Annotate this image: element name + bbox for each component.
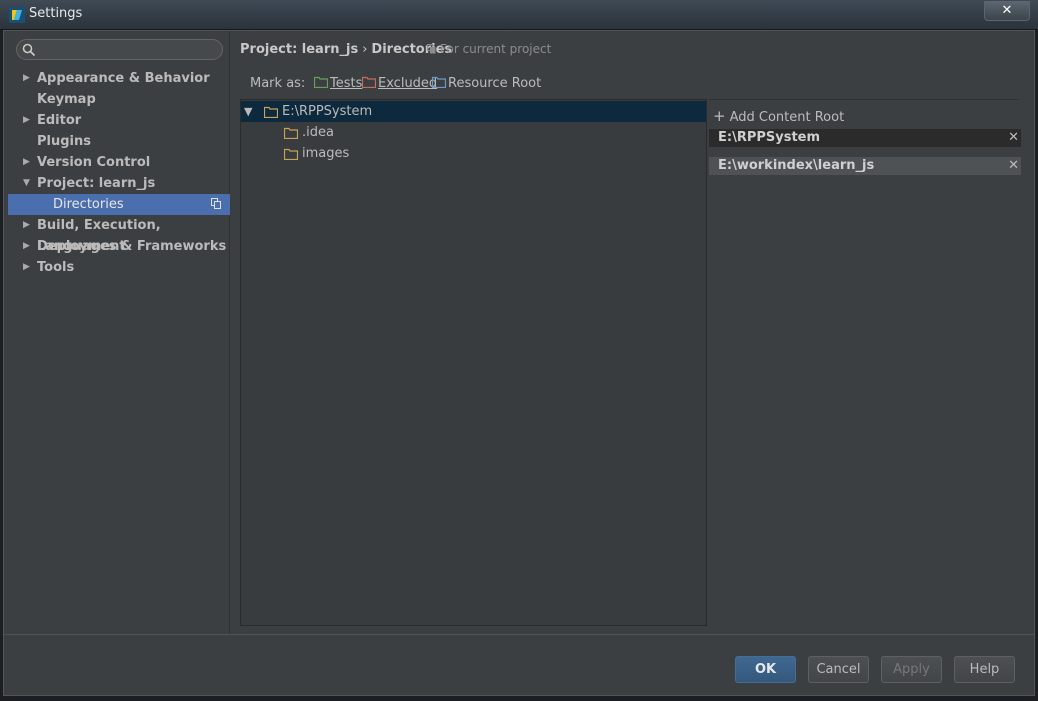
content-root-path: E:\RPPSystem bbox=[718, 130, 821, 145]
mark-as-label: Mark as: bbox=[250, 76, 306, 91]
title-bar: Settings ✕ bbox=[0, 0, 1038, 30]
dialog-footer: OK Cancel Apply Help bbox=[4, 634, 1034, 695]
mark-excluded-label: Excluded bbox=[378, 76, 438, 91]
folder-icon bbox=[264, 106, 278, 118]
tree-node-label: images bbox=[302, 146, 350, 161]
chevron-right-icon[interactable]: ▶ bbox=[23, 68, 30, 89]
chevron-right-icon[interactable]: ▶ bbox=[23, 152, 30, 173]
add-content-root-button[interactable]: + Add Content Root bbox=[713, 107, 844, 125]
sidebar-item-label: Keymap bbox=[37, 92, 96, 107]
chevron-down-icon[interactable]: ▼ bbox=[23, 173, 30, 194]
sidebar-item-label: Languages & Frameworks bbox=[37, 239, 227, 254]
sidebar-item-project[interactable]: ▼ Project: learn_js bbox=[4, 173, 230, 194]
folder-icon bbox=[284, 127, 298, 139]
excluded-folder-icon bbox=[361, 76, 377, 89]
window-close-button[interactable]: ✕ bbox=[984, 1, 1030, 21]
help-button[interactable]: Help bbox=[954, 656, 1015, 683]
chevron-right-icon[interactable]: ▶ bbox=[23, 110, 30, 131]
resource-folder-icon bbox=[431, 76, 447, 89]
mark-resource-root-label: Resource Root bbox=[448, 76, 542, 91]
add-content-root-label: Add Content Root bbox=[729, 110, 845, 125]
scope-text: For current project bbox=[440, 42, 552, 56]
directory-tree[interactable]: ▼ E:\RPPSystem .idea images bbox=[240, 99, 707, 626]
sidebar-item-keymap[interactable]: Keymap bbox=[4, 89, 230, 110]
sidebar-item-appearance-behavior[interactable]: ▶ Appearance & Behavior bbox=[4, 68, 230, 89]
sidebar-item-editor[interactable]: ▶ Editor bbox=[4, 110, 230, 131]
chevron-right-icon[interactable]: ▶ bbox=[23, 236, 30, 257]
window-title: Settings bbox=[29, 6, 83, 21]
sidebar-item-label: Appearance & Behavior bbox=[37, 71, 210, 86]
sidebar-item-label: Editor bbox=[37, 113, 82, 128]
tree-node-root[interactable]: ▼ E:\RPPSystem bbox=[241, 101, 706, 122]
settings-nav: ▶ Appearance & Behavior Keymap ▶ Editor … bbox=[4, 68, 230, 278]
breadcrumb: Project: learn_js › Directories bbox=[240, 42, 452, 57]
search-icon bbox=[22, 43, 36, 57]
settings-sidebar: ▶ Appearance & Behavior Keymap ▶ Editor … bbox=[4, 31, 230, 634]
mark-tests-label: Tests bbox=[330, 76, 363, 91]
sidebar-item-build-execution-deployment[interactable]: ▶ Build, Execution, Deployment bbox=[4, 215, 230, 254]
chevron-right-icon[interactable]: ▶ bbox=[23, 257, 30, 278]
project-scope-icon bbox=[211, 198, 221, 209]
app-icon bbox=[9, 7, 25, 23]
remove-content-root-button[interactable]: ✕ bbox=[1008, 157, 1019, 175]
breadcrumb-project: Project: learn_js bbox=[240, 42, 359, 57]
sidebar-item-label: Version Control bbox=[37, 155, 151, 170]
plus-icon: + bbox=[713, 107, 726, 125]
sidebar-item-label: Tools bbox=[37, 260, 75, 275]
sidebar-item-directories[interactable]: Directories bbox=[8, 194, 230, 215]
tree-node[interactable]: images bbox=[241, 143, 706, 164]
mark-tests-button[interactable]: Tests bbox=[313, 76, 363, 91]
cancel-button[interactable]: Cancel bbox=[808, 656, 869, 683]
content-root-item[interactable]: E:\RPPSystem ✕ bbox=[709, 129, 1021, 147]
sidebar-item-label: Project: learn_js bbox=[37, 176, 156, 191]
sidebar-item-plugins[interactable]: Plugins bbox=[4, 131, 230, 152]
mark-resource-root-button[interactable]: Resource Root bbox=[431, 76, 542, 91]
sidebar-item-label: Plugins bbox=[37, 134, 91, 149]
content-root-path: E:\workindex\learn_js bbox=[718, 158, 875, 173]
tree-node-label: E:\RPPSystem bbox=[282, 104, 373, 119]
sidebar-item-tools[interactable]: ▶ Tools bbox=[4, 257, 230, 278]
tree-node-label: .idea bbox=[302, 125, 334, 140]
project-scope-icon bbox=[427, 44, 436, 54]
tests-folder-icon bbox=[313, 76, 329, 89]
folder-icon bbox=[284, 148, 298, 160]
ok-button[interactable]: OK bbox=[735, 656, 796, 683]
breadcrumb-separator: › bbox=[362, 42, 368, 57]
remove-content-root-button[interactable]: ✕ bbox=[1008, 129, 1019, 147]
apply-button[interactable]: Apply bbox=[881, 656, 942, 683]
search-input[interactable] bbox=[16, 39, 223, 60]
content-roots-panel: + Add Content Root E:\RPPSystem ✕ E:\work… bbox=[709, 99, 1021, 626]
chevron-right-icon[interactable]: ▶ bbox=[23, 215, 30, 236]
sidebar-item-version-control[interactable]: ▶ Version Control bbox=[4, 152, 230, 173]
tree-node[interactable]: .idea bbox=[241, 122, 706, 143]
settings-content: Project: learn_js › Directories For curren… bbox=[231, 31, 1034, 634]
chevron-down-icon[interactable]: ▼ bbox=[244, 101, 252, 122]
divider bbox=[709, 99, 1019, 100]
sidebar-item-languages-frameworks[interactable]: ▶ Languages & Frameworks bbox=[4, 236, 230, 257]
mark-excluded-button[interactable]: Excluded bbox=[361, 76, 438, 91]
scope-hint: For current project bbox=[427, 42, 551, 56]
content-root-item[interactable]: E:\workindex\learn_js ✕ bbox=[709, 157, 1021, 175]
sidebar-item-label: Directories bbox=[53, 197, 124, 212]
